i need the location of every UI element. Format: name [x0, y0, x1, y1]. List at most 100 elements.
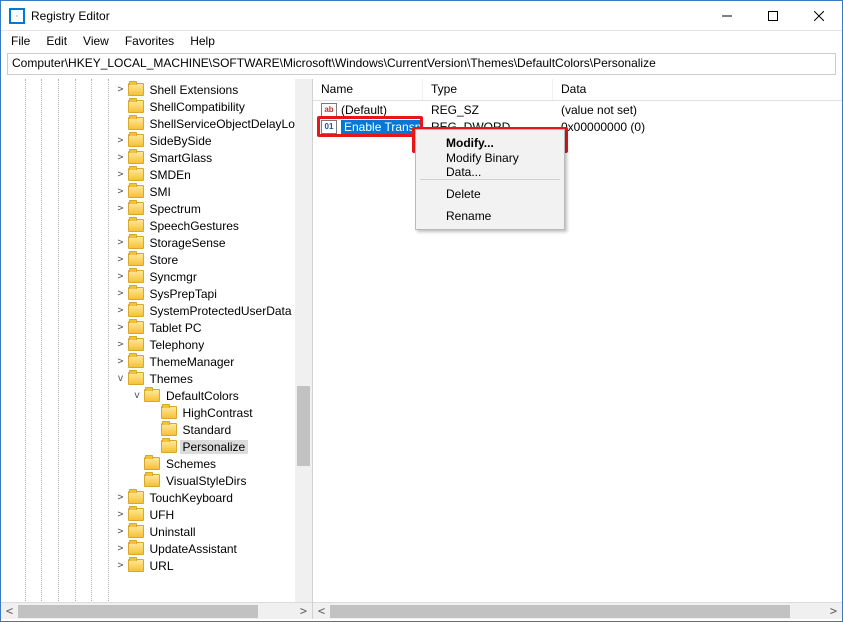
tree-item[interactable]: >Store [3, 251, 312, 268]
tree-horizontal-scrollbar[interactable]: < > [1, 602, 312, 619]
tree-item[interactable]: vDefaultColors [3, 387, 312, 404]
folder-icon [128, 491, 144, 504]
scroll-left-icon[interactable]: < [313, 603, 330, 620]
expand-icon[interactable]: > [115, 560, 127, 571]
value-name: Enable Transpar [341, 120, 423, 134]
column-name[interactable]: Name [313, 79, 423, 100]
expand-icon[interactable]: > [115, 305, 127, 316]
folder-icon [128, 270, 144, 283]
scroll-left-icon[interactable]: < [1, 603, 18, 620]
value-row[interactable]: Enable TransparREG_DWORD0x00000000 (0) [313, 118, 842, 135]
tree-item[interactable]: >Syncmgr [3, 268, 312, 285]
menu-item-modify-binary[interactable]: Modify Binary Data... [418, 154, 562, 176]
folder-icon [128, 236, 144, 249]
tree-item[interactable]: >ThemeManager [3, 353, 312, 370]
tree-item[interactable]: ShellCompatibility [3, 98, 312, 115]
menu-item-rename[interactable]: Rename [418, 205, 562, 227]
expand-icon[interactable]: > [115, 271, 127, 282]
folder-icon [161, 440, 177, 453]
tree-item[interactable]: > SystemProtectedUserData [3, 302, 312, 319]
collapse-icon[interactable]: v [115, 373, 127, 384]
vertical-scrollbar[interactable] [295, 79, 312, 602]
folder-icon [128, 151, 144, 164]
tree-pane[interactable]: > Shell ExtensionsShellCompatibilityShell… [1, 79, 313, 619]
folder-icon [128, 508, 144, 521]
expand-icon[interactable]: > [115, 135, 127, 146]
expand-icon[interactable]: > [115, 152, 127, 163]
tree-label: UFH [147, 508, 178, 522]
expand-icon[interactable]: > [115, 543, 127, 554]
menu-help[interactable]: Help [182, 32, 223, 50]
minimize-button[interactable] [704, 1, 750, 30]
menu-edit[interactable]: Edit [38, 32, 75, 50]
column-type[interactable]: Type [423, 79, 553, 100]
folder-icon [161, 406, 177, 419]
list-horizontal-scrollbar[interactable]: < > [313, 602, 842, 619]
expand-icon[interactable]: > [115, 203, 127, 214]
tree-label: Schemes [163, 457, 219, 471]
tree-label: TouchKeyboard [147, 491, 236, 505]
scroll-right-icon[interactable]: > [295, 603, 312, 620]
tree-item[interactable]: >SmartGlass [3, 149, 312, 166]
folder-icon [128, 168, 144, 181]
tree-item[interactable]: >Uninstall [3, 523, 312, 540]
expand-icon[interactable]: > [115, 339, 127, 350]
tree-item[interactable]: Schemes [3, 455, 312, 472]
tree-item[interactable]: >SMI [3, 183, 312, 200]
maximize-button[interactable] [750, 1, 796, 30]
tree-label: UpdateAssistant [147, 542, 240, 556]
expand-icon[interactable]: > [115, 237, 127, 248]
tree-item[interactable]: >StorageSense [3, 234, 312, 251]
menu-bar: File Edit View Favorites Help [1, 31, 842, 51]
tree-item[interactable]: Personalize [3, 438, 312, 455]
menu-view[interactable]: View [75, 32, 117, 50]
tree-item[interactable]: >SMDEn [3, 166, 312, 183]
tree-item[interactable]: >URL [3, 557, 312, 574]
tree-item[interactable]: ShellServiceObjectDelayLoad [3, 115, 312, 132]
tree-item[interactable]: >Spectrum [3, 200, 312, 217]
tree-item[interactable]: >SideBySide [3, 132, 312, 149]
expand-icon[interactable]: > [115, 84, 127, 95]
expand-icon[interactable]: > [115, 509, 127, 520]
tree-item[interactable]: Standard [3, 421, 312, 438]
tree-item[interactable]: > UpdateAssistant [3, 540, 312, 557]
window-title: Registry Editor [31, 9, 704, 23]
tree-item[interactable]: HighContrast [3, 404, 312, 421]
expand-icon[interactable]: > [115, 288, 127, 299]
tree-label: SystemProtectedUserData [147, 304, 295, 318]
tree-item[interactable]: > SysPrepTapi [3, 285, 312, 302]
close-button[interactable] [796, 1, 842, 30]
expand-icon[interactable]: > [115, 254, 127, 265]
tree-label: Shell Extensions [147, 83, 242, 97]
scroll-right-icon[interactable]: > [825, 603, 842, 620]
column-data[interactable]: Data [553, 79, 842, 100]
address-bar[interactable]: Computer\HKEY_LOCAL_MACHINE\SOFTWARE\Mic… [7, 53, 836, 75]
expand-icon[interactable]: > [115, 169, 127, 180]
value-type: REG_SZ [423, 103, 553, 117]
tree-item[interactable]: v Themes [3, 370, 312, 387]
tree-label: SysPrepTapi [147, 287, 220, 301]
tree-label: VisualStyleDirs [163, 474, 249, 488]
tree-item[interactable]: > UFH [3, 506, 312, 523]
tree-item[interactable]: > TouchKeyboard [3, 489, 312, 506]
tree-label: Themes [147, 372, 196, 386]
folder-icon [128, 202, 144, 215]
expand-icon[interactable]: > [115, 322, 127, 333]
expand-icon[interactable]: > [115, 356, 127, 367]
context-menu: Modify... Modify Binary Data... Delete R… [415, 129, 565, 230]
collapse-icon[interactable]: v [131, 390, 143, 401]
tree-item[interactable]: >Telephony [3, 336, 312, 353]
menu-favorites[interactable]: Favorites [117, 32, 182, 50]
tree-item[interactable]: >Tablet PC [3, 319, 312, 336]
tree-item[interactable]: SpeechGestures [3, 217, 312, 234]
tree-label: Standard [180, 423, 235, 437]
tree-item[interactable]: VisualStyleDirs [3, 472, 312, 489]
expand-icon[interactable]: > [115, 492, 127, 503]
expand-icon[interactable]: > [115, 526, 127, 537]
expand-icon[interactable]: > [115, 186, 127, 197]
values-pane[interactable]: Name Type Data (Default)REG_SZ(value not… [313, 79, 842, 619]
menu-item-delete[interactable]: Delete [418, 183, 562, 205]
tree-item[interactable]: > Shell Extensions [3, 81, 312, 98]
value-row[interactable]: (Default)REG_SZ(value not set) [313, 101, 842, 118]
menu-file[interactable]: File [3, 32, 38, 50]
